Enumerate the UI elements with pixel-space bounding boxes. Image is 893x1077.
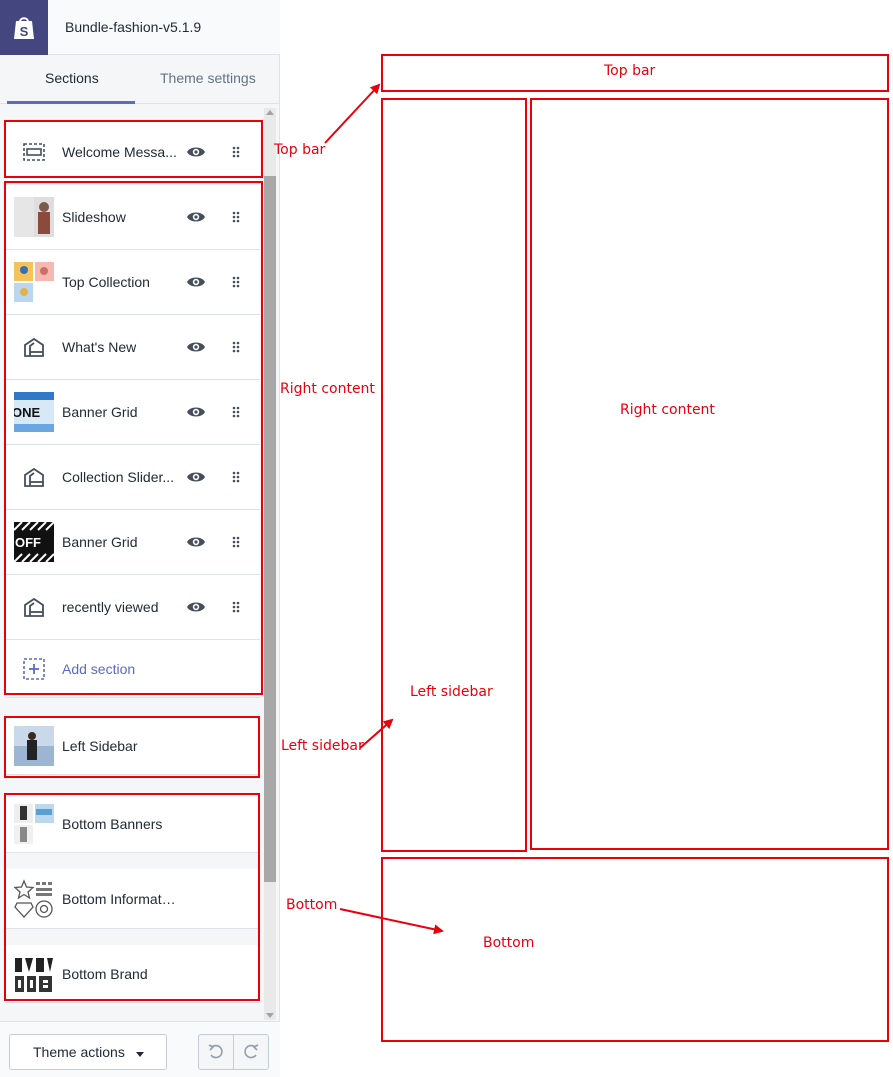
undo-button[interactable] bbox=[199, 1035, 234, 1069]
active-tab-indicator bbox=[7, 101, 135, 104]
svg-text:S: S bbox=[20, 24, 29, 39]
annotation-box-right-content-sections bbox=[4, 181, 263, 695]
theme-actions-label: Theme actions bbox=[33, 1044, 125, 1060]
chevron-down-icon bbox=[136, 1052, 144, 1057]
annotation-label-left-sidebar: Left sidebar bbox=[281, 738, 364, 754]
annotation-box-bottom-sections bbox=[4, 793, 260, 1001]
shopify-bag-icon[interactable]: S bbox=[0, 0, 48, 55]
scroll-down-arrow-icon[interactable] bbox=[266, 1013, 274, 1018]
wireframe-label-left-sidebar: Left sidebar bbox=[410, 684, 493, 700]
editor-top-bar: S Bundle-fashion-v5.1.9 bbox=[0, 0, 280, 55]
tab-theme-settings[interactable]: Theme settings bbox=[160, 70, 256, 86]
panel-tabs: Sections Theme settings bbox=[0, 56, 280, 104]
wireframe-label-bottom: Bottom bbox=[483, 935, 535, 951]
annotation-box-left-sidebar-section bbox=[4, 716, 260, 778]
theme-editor-page: S Bundle-fashion-v5.1.9 Sections Theme s… bbox=[0, 0, 893, 1077]
wireframe-right-content bbox=[530, 98, 889, 850]
theme-actions-button[interactable]: Theme actions bbox=[9, 1034, 167, 1070]
undo-redo-group bbox=[198, 1034, 269, 1070]
theme-title: Bundle-fashion-v5.1.9 bbox=[65, 19, 202, 35]
annotation-label-bottom: Bottom bbox=[286, 897, 338, 913]
wireframe-bottom bbox=[381, 857, 889, 1042]
panel-footer: Theme actions bbox=[0, 1021, 280, 1077]
wireframe-label-right-content: Right content bbox=[620, 402, 715, 418]
tab-sections[interactable]: Sections bbox=[45, 70, 99, 86]
wireframe-label-top-bar: Top bar bbox=[604, 63, 656, 79]
annotation-label-right-content: Right content bbox=[280, 381, 375, 397]
scrollbar-thumb[interactable] bbox=[264, 176, 276, 882]
redo-button[interactable] bbox=[234, 1035, 269, 1069]
scroll-up-arrow-icon[interactable] bbox=[266, 110, 274, 115]
annotation-label-top-bar: Top bar bbox=[274, 142, 326, 158]
redo-icon bbox=[244, 1044, 259, 1059]
annotation-box-top-bar-section bbox=[4, 120, 263, 178]
wireframe-left-sidebar bbox=[381, 98, 527, 852]
undo-icon bbox=[208, 1044, 223, 1059]
sections-scrollbar[interactable] bbox=[264, 108, 276, 1020]
